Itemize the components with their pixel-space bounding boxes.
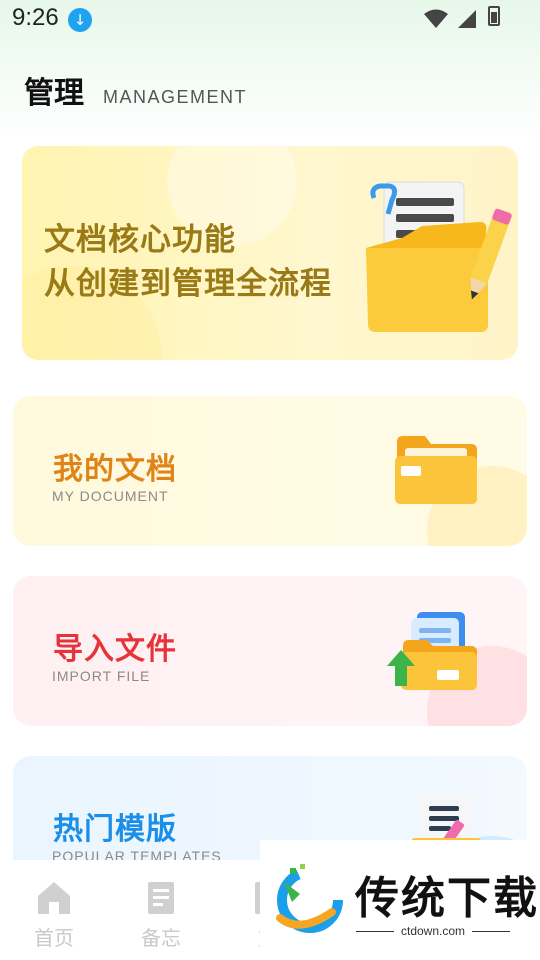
memo-icon	[148, 882, 174, 914]
page-subtitle: MANAGEMENT	[103, 87, 248, 107]
wifi-icon	[424, 9, 448, 28]
cellular-icon	[458, 10, 476, 28]
banner-subheadline: 从创建到管理全流程	[44, 266, 332, 302]
import-file-card[interactable]: 导入文件 IMPORT FILE	[13, 576, 527, 726]
watermark: 传统下载 ctdown.com	[260, 840, 540, 960]
divider	[472, 931, 510, 932]
card-subtitle: MY DOCUMENT	[52, 488, 169, 504]
nav-label: 首页	[34, 926, 74, 950]
card-title: 导入文件	[53, 632, 177, 667]
folder-icon	[395, 436, 477, 504]
feature-banner[interactable]: 文档核心功能 从创建到管理全流程	[22, 146, 518, 360]
card-title: 热门模版	[53, 812, 177, 847]
banner-headline: 文档核心功能	[44, 222, 236, 258]
card-title: 我的文档	[53, 452, 177, 487]
home-icon	[38, 882, 70, 914]
page-title: 管理	[24, 76, 84, 111]
import-folder-icon	[387, 612, 477, 690]
folder-document-pencil-icon	[366, 181, 512, 332]
nav-item-memo[interactable]: 备忘	[131, 880, 191, 951]
status-time: 9:26	[12, 4, 59, 31]
watermark-brand: 传统下载	[355, 873, 539, 924]
card-subtitle: IMPORT FILE	[52, 668, 151, 684]
ctdown-logo-icon	[276, 864, 343, 933]
status-bar: 9:26 ↓	[0, 0, 540, 40]
nav-item-home[interactable]: 首页	[24, 880, 84, 951]
my-document-card[interactable]: 我的文档 MY DOCUMENT	[13, 396, 527, 546]
battery-icon	[488, 6, 500, 26]
nav-label: 备忘	[141, 926, 181, 950]
download-icon: ↓	[68, 8, 92, 32]
